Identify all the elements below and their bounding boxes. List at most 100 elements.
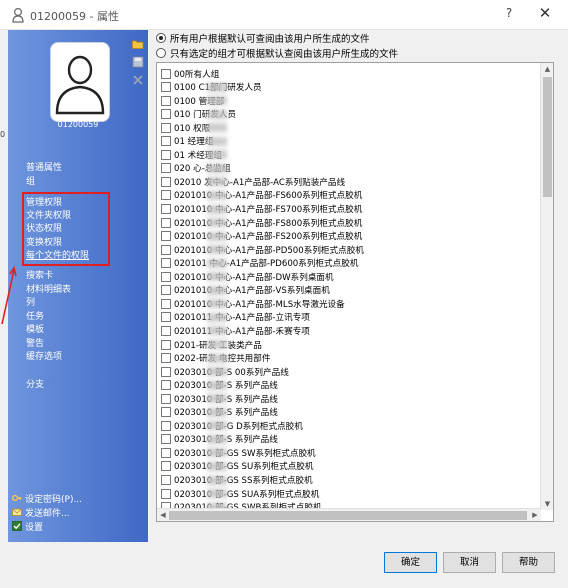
sidebar-item-branches[interactable]: 分支 [26, 377, 44, 390]
group-list-item[interactable]: 0201010 中心-A1产品部-FS800系列柜式点胶机 [161, 216, 362, 229]
group-list-item[interactable]: 0201010 中心-A1产品部-VS系列桌面机 [161, 284, 330, 297]
group-checkbox[interactable] [161, 149, 171, 160]
cancel-button[interactable]: 取消 [443, 552, 496, 573]
group-list-item[interactable]: 0203010 部-GS SS系列柜式点胶机 [161, 474, 313, 487]
group-checkbox[interactable] [161, 231, 171, 242]
group-checkbox[interactable] [161, 163, 171, 174]
group-checkbox[interactable] [161, 82, 171, 93]
sidebar-item-search-cards[interactable]: 搜索卡 [26, 268, 53, 281]
group-list-item[interactable]: 0202-研发 电控共用部件 [161, 352, 270, 365]
group-list-item[interactable]: 00所有人组 [161, 67, 219, 80]
group-checkbox[interactable] [161, 176, 171, 187]
save-icon[interactable] [132, 56, 144, 68]
group-checkbox[interactable] [161, 204, 171, 214]
scroll-left-arrow[interactable]: ◀ [157, 509, 169, 521]
group-list-item[interactable]: 02010 发中心-A1产品部-AC系列贴装产品线 [161, 175, 345, 188]
group-list-item[interactable]: 0201010 中心-A1产品部-PD500系列柜式点胶机 [161, 243, 364, 256]
group-checkbox[interactable] [161, 122, 171, 133]
set-password-link[interactable]: 设定密码(P)... [12, 492, 82, 505]
close-button[interactable]: ✕ [536, 4, 554, 22]
group-list-item[interactable]: 0203010 部-GS SW系列柜式点胶机 [161, 446, 316, 459]
delete-icon[interactable] [132, 74, 144, 86]
group-list-item[interactable]: 0100 C1部门研发人员 [161, 81, 262, 94]
vertical-scrollbar[interactable]: ▲ ▼ [540, 63, 553, 510]
group-list-item[interactable]: 010 门研发人员 [161, 108, 236, 121]
group-checkbox[interactable] [161, 190, 171, 201]
group-checkbox[interactable] [161, 298, 171, 309]
group-checkbox[interactable] [161, 475, 171, 485]
radio-all-users-indicator[interactable] [156, 33, 166, 43]
group-checkbox[interactable] [161, 109, 171, 120]
group-checkbox[interactable] [161, 380, 171, 391]
sidebar-item-tasks[interactable]: 任务 [26, 309, 44, 322]
horizontal-scrollbar[interactable]: ◀ ▶ [157, 508, 541, 521]
group-checkbox[interactable] [161, 271, 171, 282]
sidebar-item-groups[interactable]: 组 [26, 174, 35, 187]
sidebar-item-file-permissions[interactable]: 每个文件的权限 [26, 248, 89, 261]
group-list-item[interactable]: 01 经理组 [161, 135, 227, 148]
group-list-item[interactable]: 010 权限 [161, 121, 227, 134]
group-checkbox[interactable] [161, 420, 171, 431]
radio-selected-groups[interactable]: 只有选定的组才可根据默认查阅由该用户所生成的文件 [156, 46, 398, 60]
help-button[interactable]: ? [500, 6, 518, 20]
sidebar-item-admin-permissions[interactable]: 管理权限 [26, 195, 62, 208]
group-list-item[interactable]: 0100 管理部 [161, 94, 227, 107]
scroll-right-arrow[interactable]: ▶ [529, 509, 541, 521]
group-checkbox[interactable] [161, 325, 171, 336]
help-dialog-button[interactable]: 帮助 [502, 552, 555, 573]
group-checkbox[interactable] [161, 136, 171, 147]
radio-selected-groups-indicator[interactable] [156, 48, 166, 58]
group-list-item[interactable]: 0201010 中心-A1产品部-DW系列桌面机 [161, 270, 334, 283]
group-list-item[interactable]: 0203010 部-G D系列柜式点胶机 [161, 419, 303, 432]
group-list-item[interactable]: 0203010 部-S 系列产品线 [161, 406, 278, 419]
horizontal-scroll-thumb[interactable] [169, 511, 527, 520]
group-checkbox[interactable] [161, 68, 171, 79]
group-list-item[interactable]: 0201010 中心-A1产品部-FS600系列柜式点胶机 [161, 189, 362, 202]
group-checkbox[interactable] [161, 407, 171, 418]
group-list-item[interactable]: 01 术经理组 [161, 148, 227, 161]
group-checkbox[interactable] [161, 447, 171, 458]
sidebar-item-cache-options[interactable]: 缓存选项 [26, 349, 62, 362]
sidebar-item-bom[interactable]: 材料明细表 [26, 282, 71, 295]
group-checkbox[interactable] [161, 285, 171, 296]
sidebar-item-general[interactable]: 普通属性 [26, 160, 62, 173]
group-list-item[interactable]: 020101 中心-A1产品部-PD600系列柜式点胶机 [161, 257, 358, 270]
group-list-item[interactable]: 0201011 中心-A1产品部-立讯专项 [161, 311, 310, 324]
settings-link[interactable]: 设置 [12, 520, 43, 533]
ok-button[interactable]: 确定 [384, 552, 437, 573]
group-list-item[interactable]: 0203010 部-S 00系列产品线 [161, 365, 289, 378]
group-list-item[interactable]: 0201010 中心-A1产品部-FS200系列柜式点胶机 [161, 230, 362, 243]
group-list-item[interactable]: 0201010 中心-A1产品部-MLS水导激光设备 [161, 297, 345, 310]
group-checkbox[interactable] [161, 339, 171, 350]
send-mail-link[interactable]: 发送邮件... [12, 506, 70, 519]
sidebar-item-warnings[interactable]: 警告 [26, 336, 44, 349]
group-checkbox[interactable] [161, 258, 171, 269]
vertical-scroll-thumb[interactable] [543, 77, 552, 197]
group-list-item[interactable]: 0201011 中心-A1产品部-禾赛专项 [161, 324, 310, 337]
group-list-item[interactable]: 0203010 部-GS SUA系列柜式点胶机 [161, 487, 319, 500]
open-folder-icon[interactable] [132, 38, 144, 50]
group-list-item[interactable]: 0203010 部-S 系列产品线 [161, 379, 278, 392]
group-list-item[interactable]: 0203010 部-S 系列产品线 [161, 392, 278, 405]
group-list-item[interactable]: 0201-研发 工装类产品 [161, 338, 262, 351]
group-checkbox[interactable] [161, 434, 171, 445]
group-checkbox[interactable] [161, 393, 171, 404]
group-list-item[interactable]: 0201010 中心-A1产品部-FS700系列柜式点胶机 [161, 203, 362, 216]
group-list-item[interactable]: 0203010 部-GS SU系列柜式点胶机 [161, 460, 313, 473]
group-checkbox[interactable] [161, 353, 171, 364]
sidebar-item-columns[interactable]: 列 [26, 295, 35, 308]
scroll-down-arrow[interactable]: ▼ [541, 498, 553, 510]
scroll-up-arrow[interactable]: ▲ [541, 63, 553, 75]
radio-all-users[interactable]: 所有用户根据默认可查阅由该用户所生成的文件 [156, 31, 370, 45]
group-list-item[interactable]: 020 心-总监组 [161, 162, 231, 175]
sidebar-item-templates[interactable]: 模板 [26, 322, 44, 335]
group-checkbox[interactable] [161, 217, 171, 228]
group-checkbox[interactable] [161, 366, 171, 377]
group-checkbox[interactable] [161, 312, 171, 323]
sidebar-item-transition-permissions[interactable]: 变换权限 [26, 235, 62, 248]
group-checkbox[interactable] [161, 488, 171, 499]
sidebar-item-folder-permissions[interactable]: 文件夹权限 [26, 208, 71, 221]
group-checkbox[interactable] [161, 461, 171, 472]
sidebar-item-state-permissions[interactable]: 状态权限 [26, 221, 62, 234]
group-checkbox[interactable] [161, 244, 171, 255]
